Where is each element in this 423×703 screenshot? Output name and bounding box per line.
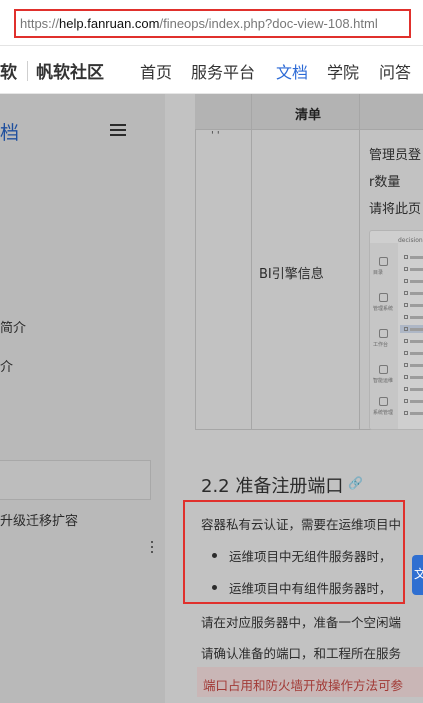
- community-link[interactable]: 帆软社区: [36, 58, 104, 83]
- thumbnail-list-bar: [410, 352, 423, 355]
- thumbnail-workbench-icon: [379, 329, 388, 338]
- thumbnail-list-bar: [410, 412, 423, 415]
- table-col-divider: [251, 94, 252, 130]
- thumbnail-list-bar: [410, 400, 423, 403]
- thumbnail-list-bar: [410, 340, 423, 343]
- top-nav: 软 帆软社区 首页 服务平台 文档 学院 问答: [0, 46, 423, 94]
- sidebar-title: 档: [0, 122, 20, 144]
- thumbnail-list-bar: [410, 256, 423, 259]
- nav-separator: [27, 61, 28, 81]
- thumbnail-list-icon: [404, 375, 408, 379]
- sidebar-selected-box: [0, 460, 151, 500]
- table-col-divider: [359, 130, 360, 430]
- thumbnail-directory-icon: [379, 257, 388, 266]
- floating-button-label: 文: [414, 567, 423, 581]
- thumbnail-list-icon: [404, 363, 408, 367]
- thumbnail-label: 目录: [373, 270, 384, 276]
- paragraph-port: 请在对应服务器中，准备一个空闲端: [201, 615, 402, 630]
- thumbnail-list-bar: [410, 292, 423, 295]
- table-col-divider: [251, 130, 252, 430]
- thumbnail-list-icon: [404, 267, 408, 271]
- table-cell-text: r数量: [369, 175, 401, 190]
- thumbnail-list-icon: [404, 387, 408, 391]
- table-cell-text: 管理员登: [369, 148, 422, 163]
- sidebar-item-intro[interactable]: 简介: [0, 317, 26, 336]
- thumbnail-label: 系统管理: [373, 410, 394, 416]
- table-cell-text: 请将此页: [369, 202, 422, 217]
- thumbnail-system-icon: [379, 397, 388, 406]
- doc-sidebar: 档 简介 介 升级迁移扩容: [0, 94, 165, 703]
- thumbnail-list-icon: [404, 411, 408, 415]
- thumbnail-label: 管理系统: [373, 306, 394, 312]
- sidebar-resize-handle-icon[interactable]: [151, 541, 154, 555]
- url-text[interactable]: https://help.fanruan.com/fineops/index.p…: [20, 16, 408, 31]
- thumbnail-label: 工作台: [373, 342, 389, 348]
- nav-item-academy[interactable]: 学院: [327, 59, 359, 83]
- browser-address-bar: https://help.fanruan.com/fineops/index.p…: [0, 0, 423, 46]
- thumbnail-list-bar: [410, 328, 423, 331]
- floating-doc-button[interactable]: 文: [412, 555, 423, 595]
- table-header: 清单: [195, 94, 423, 130]
- thumbnail-list-bar: [410, 280, 423, 283]
- thumbnail-list-bar: [410, 376, 423, 379]
- thumbnail-label: 智能运维: [373, 378, 394, 384]
- table-cell-bi-engine: BI引擎信息: [259, 267, 324, 282]
- thumbnail-list-icon: [404, 339, 408, 343]
- url-highlight-box[interactable]: https://help.fanruan.com/fineops/index.p…: [14, 9, 411, 38]
- annotation-highlight-box: [183, 500, 405, 604]
- thumbnail-header-text: decision: [398, 237, 423, 244]
- table-cell-mark: ' ': [211, 130, 220, 141]
- thumbnail-ops-icon: [379, 365, 388, 374]
- nav-item-service-platform[interactable]: 服务平台: [191, 59, 255, 83]
- url-path: /fineops/index.php?doc-view-108.html: [159, 16, 378, 31]
- thumbnail-list-icon: [404, 351, 408, 355]
- doc-content: 清单 ' ' BI引擎信息 管理员登 r数量 请将此页 decision 目录 …: [165, 94, 423, 703]
- thumbnail-management-icon: [379, 293, 388, 302]
- thumbnail-list-bar: [410, 316, 423, 319]
- thumbnail-list-icon: [404, 303, 408, 307]
- thumbnail-list-icon: [404, 399, 408, 403]
- sidebar-item-intro-2[interactable]: 介: [0, 356, 13, 375]
- nav-item-qa[interactable]: 问答: [379, 59, 411, 83]
- thumbnail-list-icon: [404, 327, 408, 331]
- section-title: 2.2 准备注册端口: [201, 476, 344, 497]
- table-col-divider: [195, 130, 196, 430]
- paragraph-confirm: 请确认准备的端口，和工程所在服务: [201, 646, 402, 661]
- url-host: help.fanruan.com: [59, 16, 160, 31]
- nav-item-home[interactable]: 首页: [140, 59, 172, 83]
- hamburger-menu-icon[interactable]: [110, 124, 126, 137]
- thumbnail-list-icon: [404, 315, 408, 319]
- logo-text[interactable]: 软: [0, 58, 17, 83]
- url-scheme: https://: [20, 16, 60, 31]
- table-col-divider: [359, 94, 360, 130]
- thumbnail-list-bar: [410, 304, 423, 307]
- thumbnail-list-bar: [410, 388, 423, 391]
- thumbnail-list-bar: [410, 268, 423, 271]
- thumbnail-list-icon: [404, 255, 408, 259]
- warning-text: 端口占用和防火墙开放操作方法可参: [203, 678, 404, 693]
- thumbnail-list-bar: [410, 364, 423, 367]
- thumbnail-list-icon: [404, 291, 408, 295]
- nav-item-docs[interactable]: 文档: [276, 59, 308, 83]
- anchor-link-icon[interactable]: 🔗: [348, 476, 363, 490]
- screenshot-thumbnail[interactable]: decision 目录 管理系统 工作台 智能运维 系统管理: [369, 230, 423, 430]
- thumbnail-list-icon: [404, 279, 408, 283]
- table-header-checklist: 清单: [295, 108, 322, 123]
- sidebar-item-upgrade-migrate[interactable]: 升级迁移扩容: [0, 510, 78, 529]
